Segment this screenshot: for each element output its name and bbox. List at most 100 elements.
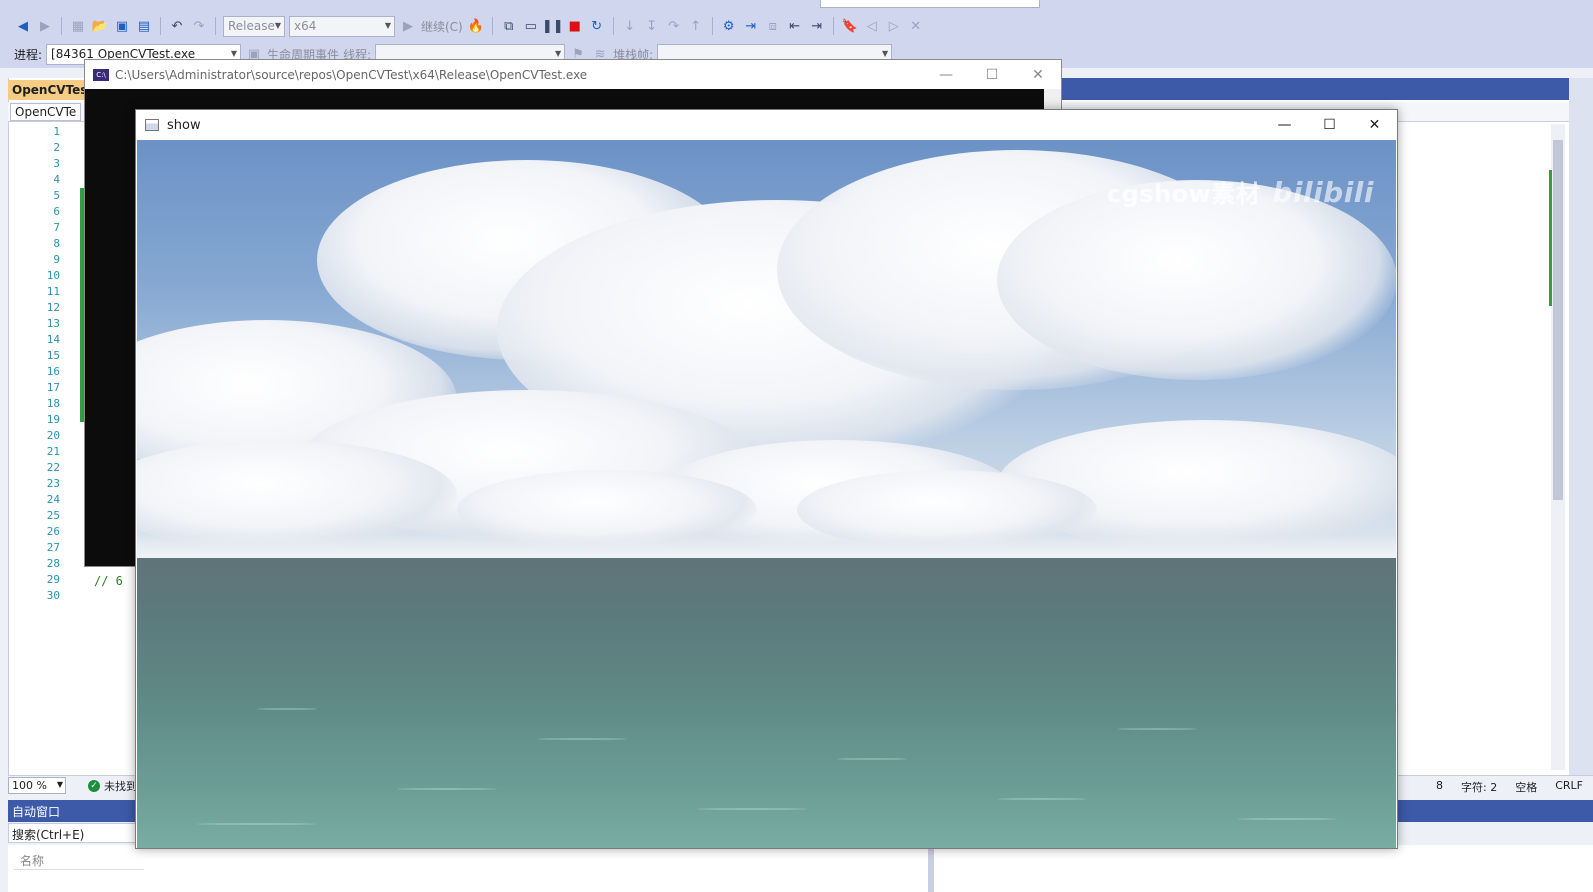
save-icon[interactable]: ▣ — [113, 17, 131, 35]
line-indicator[interactable]: 8 — [1436, 779, 1443, 795]
toolbar-separator — [215, 17, 216, 35]
line-number: 4 — [53, 173, 60, 186]
image-canvas[interactable]: cgshow素材 bilibili — [137, 140, 1396, 848]
line-number: 14 — [46, 333, 60, 346]
issues-text: 未找到 — [104, 780, 137, 793]
line-number: 25 — [46, 509, 60, 522]
console-app-icon: C:\ — [93, 68, 109, 81]
close-icon[interactable]: ✕ — [1352, 110, 1397, 140]
process-label: 进程: — [14, 47, 43, 62]
chevron-down-icon: ▼ — [56, 780, 63, 789]
chevron-down-icon: ▼ — [882, 48, 889, 58]
auto-window-search[interactable]: 搜索(Ctrl+E) — [8, 823, 138, 843]
standard-toolbar: ◀ ▶ ▦ 📂 ▣ ▤ ↶ ↷ Release ▼ x64 ▼ ▶ 继续(C) 🔥 … — [0, 13, 1593, 39]
vs-toolbars: ◀ ▶ ▦ 📂 ▣ ▤ ↶ ↷ Release ▼ x64 ▼ ▶ 继续(C) 🔥 … — [0, 0, 1593, 68]
stop-icon[interactable]: ■ — [566, 17, 584, 35]
chevron-down-icon: ▼ — [384, 20, 391, 30]
show-window-title: show — [167, 117, 201, 133]
close-icon[interactable]: ✕ — [1015, 60, 1061, 89]
platform-value: x64 — [294, 19, 317, 33]
step-out-icon[interactable]: ↑ — [687, 17, 705, 35]
redo-icon[interactable]: ↷ — [190, 17, 208, 35]
line-number: 29 — [46, 573, 60, 586]
line-number: 21 — [46, 445, 60, 458]
configuration-combo[interactable]: Release ▼ — [223, 15, 285, 37]
clear-bookmarks-icon[interactable]: ✕ — [907, 17, 925, 35]
pause-icon[interactable]: ❚❚ — [542, 17, 564, 35]
line-number: 11 — [46, 285, 60, 298]
maximize-icon[interactable]: ☐ — [969, 60, 1015, 89]
line-number: 13 — [46, 317, 60, 330]
wave — [1237, 818, 1337, 820]
issues-indicator[interactable]: ✓ 未找到 — [88, 778, 137, 794]
attach-icon[interactable]: ⧉ — [500, 17, 518, 35]
toolbar-separator — [61, 17, 62, 35]
outdent-icon[interactable]: ⇥ — [808, 17, 826, 35]
line-number: 15 — [46, 349, 60, 362]
continue-icon[interactable]: ▶ — [399, 17, 417, 35]
continue-button[interactable]: 继续(C) — [421, 18, 463, 35]
wave — [1117, 728, 1197, 730]
indent-icon[interactable]: ⇤ — [786, 17, 804, 35]
char-indicator[interactable]: 字符: 2 — [1461, 779, 1497, 795]
zoom-value: 100 % — [12, 779, 47, 792]
forward-icon[interactable]: ▶ — [36, 17, 54, 35]
eol-indicator[interactable]: CRLF — [1555, 779, 1583, 795]
prev-bookmark-icon[interactable]: ◁ — [863, 17, 881, 35]
line-number: 22 — [46, 461, 60, 474]
step-over-icon[interactable]: ↧ — [643, 17, 661, 35]
step-back-icon[interactable]: ↷ — [665, 17, 683, 35]
minimize-icon[interactable]: — — [1262, 110, 1307, 140]
status-right-group: 8 字符: 2 空格 CRLF — [1436, 779, 1583, 795]
column-header-name[interactable]: 名称 — [14, 852, 144, 870]
toolbar-separator — [491, 17, 493, 35]
console-window-controls: — ☐ ✕ — [923, 60, 1061, 89]
restart-icon[interactable]: ↻ — [588, 17, 606, 35]
save-all-icon[interactable]: ▤ — [135, 17, 153, 35]
console-title-bar[interactable]: C:\ C:\Users\Administrator\source\repos\… — [85, 60, 1061, 89]
window-app-icon — [145, 119, 159, 131]
scrollbar-change-marker — [1549, 170, 1552, 306]
step-into-icon[interactable]: ↓ — [621, 17, 639, 35]
scrollbar-thumb[interactable] — [1553, 140, 1563, 500]
diagnostics-icon[interactable]: ⚙ — [720, 17, 738, 35]
show-title-bar[interactable]: show — ☐ ✕ — [136, 110, 1397, 140]
tab-opencvtest[interactable]: OpenCVTest — [8, 80, 88, 100]
code-line: // 6 — [94, 574, 123, 588]
watermark: cgshow素材 bilibili — [1107, 174, 1374, 209]
zoom-combo[interactable]: 100 % ▼ — [8, 777, 66, 794]
hex-icon[interactable]: ⧈ — [764, 17, 782, 35]
show-thread-icon[interactable]: ⇥ — [742, 17, 760, 35]
pane-divider[interactable] — [928, 845, 934, 892]
spacing-indicator[interactable]: 空格 — [1515, 779, 1537, 795]
toolbar-separator — [711, 17, 713, 35]
project-nav-combo[interactable]: OpenCVTe — [10, 103, 82, 121]
platform-combo[interactable]: x64 ▼ — [289, 15, 395, 37]
chevron-down-icon: ▼ — [274, 20, 281, 30]
line-number: 30 — [46, 589, 60, 602]
next-bookmark-icon[interactable]: ▷ — [885, 17, 903, 35]
console-title: C:\Users\Administrator\source\repos\Open… — [115, 67, 588, 82]
maximize-icon[interactable]: ☐ — [1307, 110, 1352, 140]
wave — [837, 758, 907, 760]
line-number: 26 — [46, 525, 60, 538]
open-icon[interactable]: 📂 — [91, 17, 109, 35]
cloud — [997, 180, 1396, 380]
new-project-icon[interactable]: ▦ — [69, 17, 87, 35]
back-icon[interactable]: ◀ — [14, 17, 32, 35]
sea-region — [137, 558, 1396, 848]
wave — [197, 823, 317, 825]
wave — [257, 708, 317, 710]
wave — [697, 808, 807, 810]
top-search-box[interactable] — [820, 0, 1040, 8]
bookmark-icon[interactable]: 🔖 — [841, 17, 859, 35]
line-number: 3 — [53, 157, 60, 170]
toolbar-separator — [832, 17, 834, 35]
line-number: 9 — [53, 253, 60, 266]
window-icon[interactable]: ▭ — [522, 17, 540, 35]
undo-icon[interactable]: ↶ — [168, 17, 186, 35]
hot-reload-icon[interactable]: 🔥 — [467, 17, 485, 35]
chevron-down-icon: ▼ — [554, 48, 562, 58]
sky-region: cgshow素材 bilibili — [137, 140, 1396, 559]
minimize-icon[interactable]: — — [923, 60, 969, 89]
